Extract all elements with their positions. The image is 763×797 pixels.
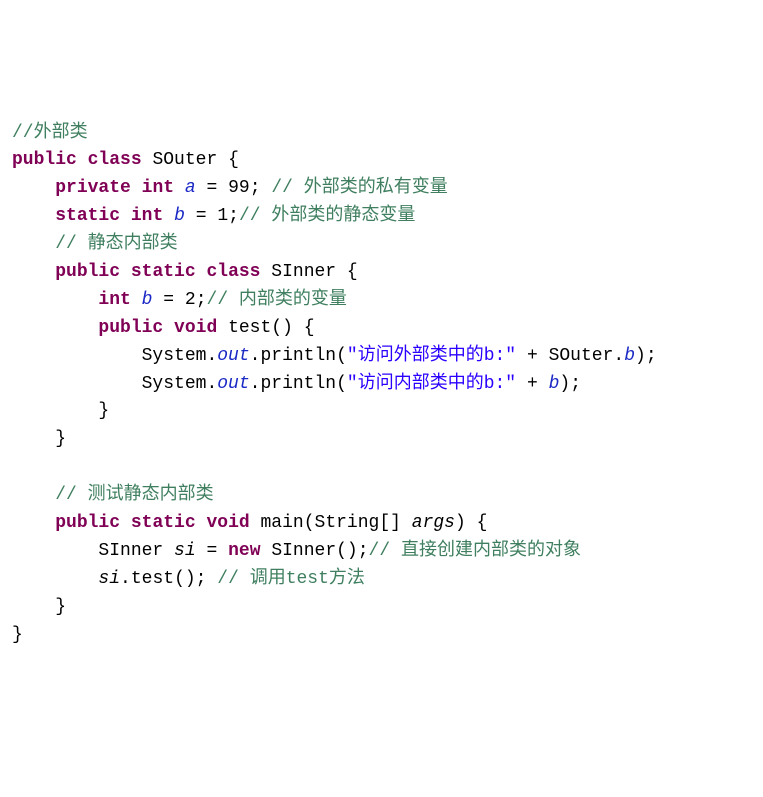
keyword-static: static [131, 262, 196, 282]
keyword-class: class [88, 150, 142, 170]
number: 99 [228, 178, 250, 198]
brackets: [] [379, 513, 401, 533]
keyword-int: int [142, 178, 174, 198]
keyword-new: new [228, 541, 260, 561]
method-println: println [260, 374, 336, 394]
paren: () [174, 569, 196, 589]
brace-close: } [55, 597, 66, 617]
brace-open: { [347, 262, 358, 282]
keyword-void: void [174, 318, 217, 338]
field-b: b [142, 290, 153, 310]
keyword-class: class [206, 262, 260, 282]
type-string: String [315, 513, 380, 533]
comment: // 外部类的私有变量 [271, 178, 447, 198]
paren-open: ( [304, 513, 315, 533]
method-main: main [261, 513, 304, 533]
brace-open: { [477, 513, 488, 533]
keyword-int: int [131, 206, 163, 226]
paren: () [336, 541, 358, 561]
comment: // 外部类的静态变量 [239, 206, 415, 226]
param-args: args [412, 513, 455, 533]
field-a: a [185, 178, 196, 198]
paren-close: ) [559, 374, 570, 394]
paren-open: ( [336, 346, 347, 366]
class-name: SInner [271, 262, 336, 282]
comment: // 调用test方法 [217, 569, 365, 589]
assign: = [196, 206, 207, 226]
keyword-private: private [55, 178, 131, 198]
ctor-sinner: SInner [271, 541, 336, 561]
number: 1 [217, 206, 228, 226]
semicolon: ; [196, 290, 207, 310]
plus: + [527, 346, 538, 366]
assign: = [206, 541, 217, 561]
dot: . [250, 374, 261, 394]
dot: . [613, 346, 624, 366]
paren-open: ( [336, 374, 347, 394]
dot: . [250, 346, 261, 366]
field-b: b [624, 346, 635, 366]
brace-close: } [98, 401, 109, 421]
keyword-public: public [55, 262, 120, 282]
string-literal: "访问外部类中的b:" [347, 346, 516, 366]
var-si: si [98, 569, 120, 589]
plus: + [527, 374, 538, 394]
method-test: test [228, 318, 271, 338]
paren: () [271, 318, 293, 338]
keyword-public: public [55, 513, 120, 533]
dot: . [206, 374, 217, 394]
assign: = [207, 178, 218, 198]
semicolon: ; [250, 178, 261, 198]
method-println: println [260, 346, 336, 366]
code-block: //外部类 public class SOuter { private int … [12, 120, 751, 650]
brace-open: { [304, 318, 315, 338]
var-si: si [174, 541, 196, 561]
comment: // 直接创建内部类的对象 [369, 541, 581, 561]
class-souter: SOuter [549, 346, 614, 366]
class-name: SOuter [152, 150, 217, 170]
method-test: test [131, 569, 174, 589]
comment: // 静态内部类 [55, 234, 177, 254]
number: 2 [185, 290, 196, 310]
keyword-public: public [98, 318, 163, 338]
field-b: b [549, 374, 560, 394]
comment: // 测试静态内部类 [55, 485, 213, 505]
brace-open: { [228, 150, 239, 170]
paren-close: ) [455, 513, 466, 533]
keyword-static: static [55, 206, 120, 226]
string-literal: "访问内部类中的b:" [347, 374, 516, 394]
type-sinner: SInner [98, 541, 163, 561]
brace-close: } [12, 625, 23, 645]
field-b: b [174, 206, 185, 226]
semicolon: ; [358, 541, 369, 561]
keyword-public: public [12, 150, 77, 170]
semicolon: ; [196, 569, 207, 589]
field-out: out [217, 346, 249, 366]
dot: . [120, 569, 131, 589]
paren-close: ) [635, 346, 646, 366]
field-out: out [217, 374, 249, 394]
semicolon: ; [228, 206, 239, 226]
keyword-int: int [98, 290, 130, 310]
comment: //外部类 [12, 123, 88, 143]
class-system: System [142, 374, 207, 394]
semicolon: ; [646, 346, 657, 366]
keyword-void: void [206, 513, 249, 533]
assign: = [163, 290, 174, 310]
brace-close: } [55, 429, 66, 449]
comment: // 内部类的变量 [207, 290, 347, 310]
keyword-static: static [131, 513, 196, 533]
dot: . [206, 346, 217, 366]
class-system: System [142, 346, 207, 366]
semicolon: ; [570, 374, 581, 394]
